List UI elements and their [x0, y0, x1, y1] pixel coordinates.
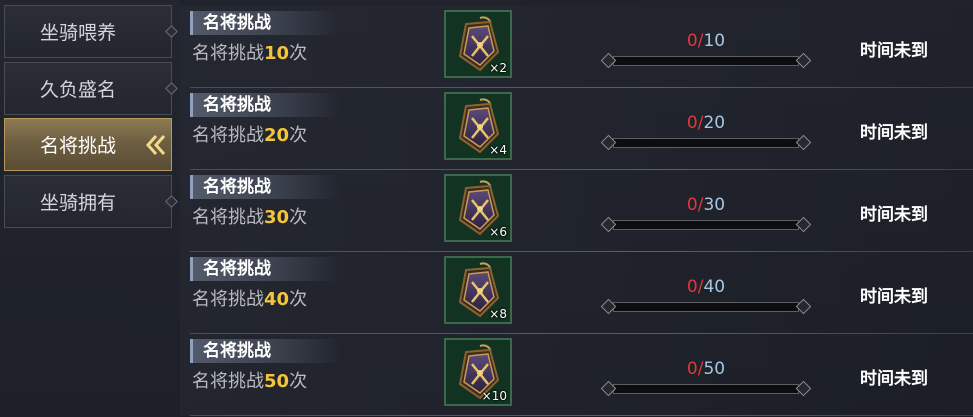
progress-current: 0: [686, 277, 698, 297]
desc-prefix: 名将挑战: [192, 43, 264, 64]
task-row: 名将挑战 名将挑战10次 ×2 0/10 时间未到: [180, 6, 973, 88]
tab-knob-icon: [165, 81, 178, 95]
task-description: 名将挑战40次: [192, 285, 307, 311]
progress-track: [613, 56, 799, 66]
desc-count: 10: [264, 43, 290, 64]
row-divider: [190, 415, 973, 416]
progress-total: 10: [703, 31, 726, 51]
reward-item[interactable]: ×2: [444, 10, 512, 78]
reward-item[interactable]: ×10: [444, 338, 512, 406]
progress-bar: [600, 298, 812, 315]
progress-track: [613, 138, 799, 148]
progress-text: 0/10: [600, 31, 812, 51]
reward-count: ×6: [489, 225, 507, 239]
tab-renowned[interactable]: 久负盛名: [4, 62, 178, 115]
tab-label: 坐骑拥有: [39, 192, 116, 214]
tab-mount-owned[interactable]: 坐骑拥有: [4, 175, 178, 228]
progress-bar: [600, 380, 812, 397]
desc-count: 50: [264, 371, 290, 392]
desc-count: 20: [264, 125, 290, 146]
desc-suffix: 次: [289, 289, 308, 310]
progress-text: 0/50: [600, 359, 812, 379]
reward-item[interactable]: ×8: [444, 256, 512, 324]
task-status: 时间未到: [860, 205, 928, 225]
reward-count: ×4: [489, 143, 507, 157]
tab-mount-feeding[interactable]: 坐骑喂养: [4, 5, 178, 58]
desc-count: 40: [264, 289, 290, 310]
tab-label: 名将挑战: [39, 135, 116, 157]
task-description: 名将挑战20次: [192, 121, 307, 147]
reward-count: ×8: [489, 307, 507, 321]
progress-current: 0: [686, 113, 698, 133]
double-chevron-left-icon: [145, 134, 166, 155]
desc-count: 30: [264, 207, 290, 228]
progress-total: 20: [703, 113, 726, 133]
progress-total: 50: [703, 359, 726, 379]
progress-text: 0/20: [600, 113, 812, 133]
task-title: 名将挑战: [190, 93, 340, 117]
tab-knob-icon: [165, 24, 178, 38]
task-title: 名将挑战: [190, 257, 340, 281]
progress-current: 0: [686, 359, 698, 379]
progress-text: 0/40: [600, 277, 812, 297]
progress-total: 30: [703, 195, 726, 215]
task-title: 名将挑战: [190, 11, 340, 35]
progress-track: [613, 220, 799, 230]
desc-prefix: 名将挑战: [192, 289, 264, 310]
progress-current: 0: [686, 195, 698, 215]
desc-prefix: 名将挑战: [192, 371, 264, 392]
progress-current: 0: [686, 31, 698, 51]
tab-general-challenge[interactable]: 名将挑战: [4, 118, 172, 171]
desc-suffix: 次: [289, 125, 308, 146]
desc-suffix: 次: [289, 207, 308, 228]
progress-track: [613, 384, 799, 394]
sidebar: 坐骑喂养 久负盛名 名将挑战 坐骑拥有: [0, 0, 180, 417]
desc-suffix: 次: [289, 43, 308, 64]
reward-item[interactable]: ×6: [444, 174, 512, 242]
task-status: 时间未到: [860, 123, 928, 143]
task-status: 时间未到: [860, 41, 928, 61]
task-description: 名将挑战10次: [192, 39, 307, 65]
reward-item[interactable]: ×4: [444, 92, 512, 160]
progress-bar: [600, 216, 812, 233]
progress-total: 40: [703, 277, 726, 297]
task-title: 名将挑战: [190, 175, 340, 199]
reward-count: ×10: [481, 389, 507, 403]
task-row: 名将挑战 名将挑战50次 ×10 0/50 时间未到: [180, 334, 973, 416]
task-row: 名将挑战 名将挑战30次 ×6 0/30 时间未到: [180, 170, 973, 252]
desc-prefix: 名将挑战: [192, 207, 264, 228]
task-description: 名将挑战50次: [192, 367, 307, 393]
task-status: 时间未到: [860, 287, 928, 307]
progress-bar: [600, 52, 812, 69]
task-row: 名将挑战 名将挑战20次 ×4 0/20 时间未到: [180, 88, 973, 170]
progress-bar: [600, 134, 812, 151]
tab-knob-icon: [165, 194, 178, 208]
desc-prefix: 名将挑战: [192, 125, 264, 146]
reward-count: ×2: [489, 61, 507, 75]
event-panel: 坐骑喂养 久负盛名 名将挑战 坐骑拥有 名将挑战 名将挑战10次 ×2 0/10…: [0, 0, 973, 417]
progress-text: 0/30: [600, 195, 812, 215]
progress-track: [613, 302, 799, 312]
tab-label: 久负盛名: [39, 79, 116, 101]
task-title: 名将挑战: [190, 339, 340, 363]
task-status: 时间未到: [860, 369, 928, 389]
task-description: 名将挑战30次: [192, 203, 307, 229]
desc-suffix: 次: [289, 371, 308, 392]
tab-label: 坐骑喂养: [39, 22, 116, 44]
task-row: 名将挑战 名将挑战40次 ×8 0/40 时间未到: [180, 252, 973, 334]
